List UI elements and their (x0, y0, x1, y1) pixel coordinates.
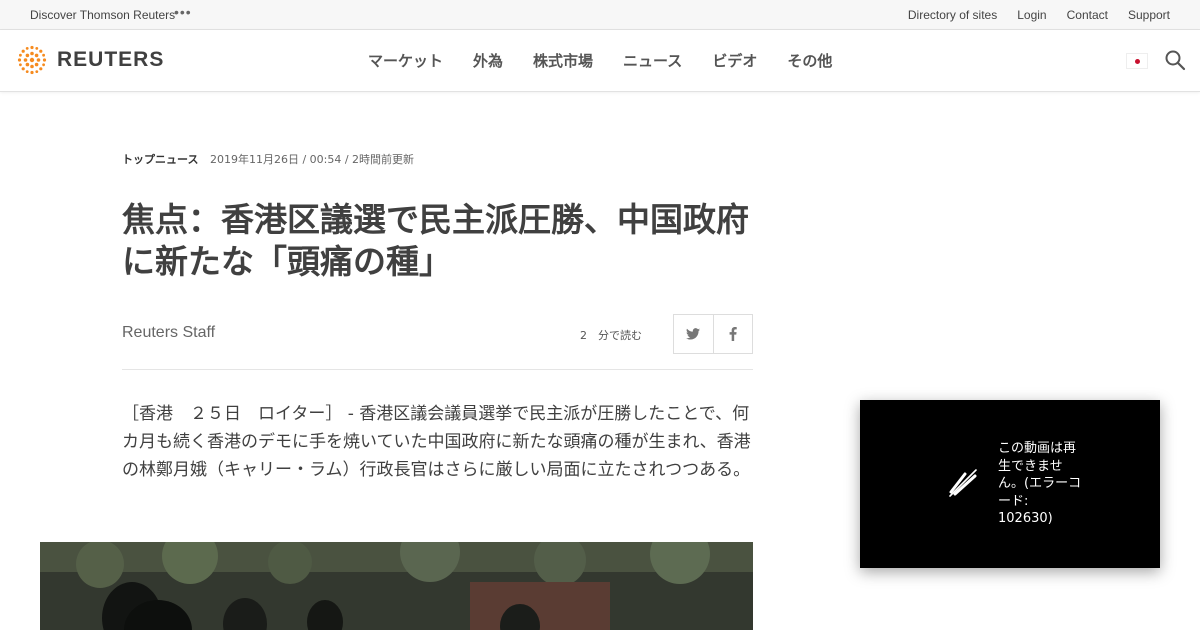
utility-links: Directory of sites Login Contact Support (908, 8, 1170, 22)
article-author[interactable]: Reuters Staff (122, 324, 215, 342)
share-buttons (673, 314, 753, 354)
article-timestamp: 2019年11月26日 / 00:54 / 2時間前更新 (209, 153, 415, 166)
nav-item-more[interactable]: その他 (787, 50, 832, 71)
video-player[interactable]: この動画は再生できません。(エラーコード: 102630) (860, 400, 1160, 568)
site-header: REUTERS マーケット 外為 株式市場 ニュース ビデオ その他 (0, 30, 1200, 92)
main-nav: マーケット 外為 株式市場 ニュース ビデオ その他 (368, 50, 832, 71)
nav-item-markets[interactable]: マーケット (368, 50, 443, 71)
video-unavailable-icon (949, 469, 977, 497)
nav-item-stocks[interactable]: 株式市場 (533, 50, 593, 71)
section-kicker[interactable]: トップニュース (122, 153, 198, 166)
nav-item-news[interactable]: ニュース (623, 50, 682, 71)
search-icon[interactable] (1164, 49, 1186, 71)
twitter-share-button[interactable] (673, 314, 714, 354)
nav-item-video[interactable]: ビデオ (712, 50, 757, 71)
discover-link[interactable]: Discover Thomson Reuters (30, 8, 175, 22)
support-link[interactable]: Support (1128, 8, 1170, 22)
facebook-share-button[interactable] (713, 314, 753, 354)
reuters-logo[interactable]: REUTERS (15, 43, 164, 77)
twitter-icon (686, 328, 701, 340)
japan-flag-icon[interactable] (1126, 53, 1148, 69)
article-title: 焦点：香港区議選で民主派圧勝、中国政府に新たな「頭痛の種」 (122, 200, 749, 281)
directory-of-sites-link[interactable]: Directory of sites (908, 8, 997, 22)
meta-divider (122, 369, 753, 370)
contact-link[interactable]: Contact (1067, 8, 1108, 22)
article-body: ［香港 ２５日 ロイター］ - 香港区議会議員選挙で民主派が圧勝したことで、何カ… (122, 404, 751, 480)
article-photo[interactable] (40, 542, 753, 630)
video-error-message: この動画は再生できません。(エラーコード: 102630) (998, 441, 1082, 526)
utility-bar: Discover Thomson Reuters ••• Directory o… (0, 0, 1200, 30)
login-link[interactable]: Login (1017, 8, 1046, 22)
more-dots-icon[interactable]: ••• (174, 4, 192, 20)
article-meta: トップニュース 2019年11月26日 / 00:54 / 2時間前更新 (122, 151, 414, 167)
nav-item-forex[interactable]: 外為 (473, 50, 503, 71)
reuters-wordmark: REUTERS (57, 48, 165, 71)
reuters-logo-mark-icon (17, 45, 47, 75)
facebook-icon (729, 327, 737, 341)
protest-photo-image (40, 542, 753, 630)
read-time: 2 分で読む (580, 329, 642, 342)
